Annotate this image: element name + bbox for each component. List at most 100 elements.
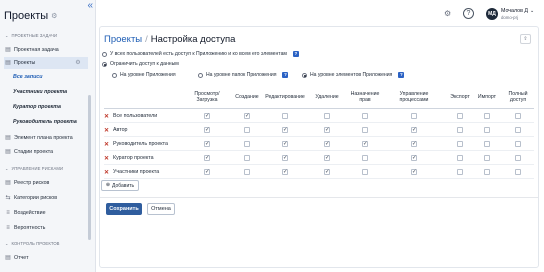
sidebar-item-all-records[interactable]: Все записи bbox=[4, 71, 88, 83]
permission-checkbox[interactable] bbox=[484, 169, 490, 175]
help-icon[interactable]: ? bbox=[282, 72, 289, 78]
document-icon: ▤ bbox=[5, 180, 11, 186]
remove-row-icon[interactable]: ✕ bbox=[104, 113, 113, 120]
permission-checkbox-checked[interactable]: ✓ bbox=[411, 155, 417, 161]
permission-checkbox-checked[interactable]: ✓ bbox=[282, 155, 288, 161]
permission-checkbox-checked[interactable]: ✓ bbox=[324, 169, 330, 175]
sidebar-item-plan-element[interactable]: ▤ Элемент плана проекта bbox=[4, 132, 88, 144]
permission-checkbox-checked[interactable]: ✓ bbox=[411, 169, 417, 175]
permission-checkbox-checked[interactable]: ✓ bbox=[282, 169, 288, 175]
permission-checkbox[interactable] bbox=[457, 113, 463, 119]
permission-checkbox-checked[interactable]: ✓ bbox=[324, 127, 330, 133]
permission-checkbox-checked[interactable]: ✓ bbox=[324, 155, 330, 161]
sidebar-item-project-manager[interactable]: Руководитель проекта bbox=[4, 116, 88, 128]
sidebar-item-impact[interactable]: ≡ Воздействие bbox=[4, 207, 88, 219]
permission-checkbox-checked[interactable]: ✓ bbox=[282, 141, 288, 147]
user-menu[interactable]: Мочалов Д ⌄ bbox=[501, 8, 534, 14]
sidebar-item-projects[interactable]: ▤ Проекты ⚙ bbox=[4, 57, 88, 69]
help-icon[interactable]: ? bbox=[398, 72, 405, 78]
permission-checkbox[interactable] bbox=[515, 169, 521, 175]
permission-checkbox[interactable] bbox=[484, 155, 490, 161]
remove-row-icon[interactable]: ✕ bbox=[104, 155, 113, 162]
permission-checkbox[interactable] bbox=[362, 155, 368, 161]
permission-checkbox-checked[interactable]: ✓ bbox=[362, 141, 368, 147]
sidebar-item-label: Категории рисков bbox=[14, 195, 58, 201]
help-icon[interactable]: ? bbox=[292, 51, 299, 57]
sidebar-item-probability[interactable]: ≡ Вероятность bbox=[4, 222, 88, 234]
permission-checkbox-checked[interactable]: ✓ bbox=[204, 127, 210, 133]
row-name: ✕ Куратор проекта bbox=[104, 151, 154, 165]
permission-checkbox[interactable] bbox=[362, 127, 368, 133]
permission-checkbox-checked[interactable]: ✓ bbox=[324, 141, 330, 147]
permission-checkbox[interactable] bbox=[244, 169, 250, 175]
table-row: ✕ Все пользователи ✓ ✓ bbox=[104, 109, 534, 123]
avatar[interactable]: МД bbox=[486, 8, 498, 20]
radio-level-app[interactable]: На уровне Приложения bbox=[112, 72, 176, 78]
permission-checkbox-checked[interactable]: ✓ bbox=[204, 155, 210, 161]
sidebar-scrollbar[interactable] bbox=[88, 95, 91, 240]
help-icon[interactable]: ? bbox=[463, 8, 474, 19]
permission-checkbox[interactable] bbox=[457, 155, 463, 161]
permission-checkbox[interactable] bbox=[362, 169, 368, 175]
sidebar-item-report[interactable]: ▤ Отчет bbox=[4, 252, 88, 264]
permission-checkbox[interactable] bbox=[282, 113, 288, 119]
permission-checkbox[interactable] bbox=[244, 155, 250, 161]
permission-checkbox[interactable] bbox=[244, 127, 250, 133]
chevron-down-icon: ⌄ bbox=[5, 32, 9, 38]
permission-checkbox-checked[interactable]: ✓ bbox=[411, 141, 417, 147]
permission-checkbox-checked[interactable]: ✓ bbox=[204, 141, 210, 147]
permission-checkbox[interactable] bbox=[484, 141, 490, 147]
permission-checkbox[interactable] bbox=[484, 127, 490, 133]
document-icon: ▤ bbox=[5, 255, 11, 261]
group-project-control[interactable]: ⌄ КОНТРОЛЬ ПРОЕКТОВ bbox=[5, 241, 60, 246]
save-button[interactable]: Сохранить bbox=[106, 203, 142, 215]
gear-icon[interactable]: ⚙ bbox=[51, 13, 57, 20]
collapse-sidebar-icon[interactable]: « bbox=[87, 1, 93, 11]
permission-checkbox[interactable] bbox=[515, 141, 521, 147]
sidebar-item-risk-registry[interactable]: ▤ Реестр рисков bbox=[4, 177, 88, 189]
cancel-button[interactable]: Отмена bbox=[147, 203, 175, 215]
permission-checkbox-checked[interactable]: ✓ bbox=[244, 113, 250, 119]
radio-restrict-access[interactable]: Ограничить доступ к данным bbox=[102, 61, 179, 67]
settings-gear-icon[interactable]: ⚙ bbox=[444, 10, 451, 18]
permission-checkbox[interactable] bbox=[515, 155, 521, 161]
add-button-label: Добавить bbox=[112, 182, 135, 189]
permission-checkbox-checked[interactable]: ✓ bbox=[204, 113, 210, 119]
add-button[interactable]: ⊕ Добавить bbox=[101, 180, 139, 191]
permission-checkbox[interactable] bbox=[362, 113, 368, 119]
gear-icon[interactable]: ⚙ bbox=[74, 60, 82, 66]
permission-checkbox[interactable] bbox=[457, 127, 463, 133]
permission-checkbox[interactable] bbox=[515, 113, 521, 119]
radio-level-elements[interactable]: На уровне элементов Приложения ? bbox=[302, 72, 405, 78]
remove-row-icon[interactable]: ✕ bbox=[104, 169, 113, 176]
permission-checkbox[interactable] bbox=[515, 127, 521, 133]
list-icon: ≡ bbox=[6, 225, 10, 231]
sidebar-item-project-participants[interactable]: Участники проекта bbox=[4, 86, 88, 98]
permission-checkbox[interactable] bbox=[457, 141, 463, 147]
permission-checkbox[interactable] bbox=[411, 113, 417, 119]
radio-all-users[interactable]: У всех пользователей есть доступ к Прило… bbox=[102, 51, 299, 57]
permission-checkbox[interactable] bbox=[484, 113, 490, 119]
group-project-tasks[interactable]: ⌄ ПРОЕКТНЫЕ ЗАДАЧИ bbox=[5, 33, 57, 38]
sidebar-item-label: Руководитель проекта bbox=[13, 119, 77, 125]
row-name-label: Все пользователи bbox=[113, 113, 158, 119]
permission-checkbox[interactable] bbox=[324, 113, 330, 119]
permission-checkbox-checked[interactable]: ✓ bbox=[282, 127, 288, 133]
group-risk-management[interactable]: ⌄ УПРАВЛЕНИЕ РИСКАМИ bbox=[5, 166, 63, 171]
permission-checkbox[interactable] bbox=[244, 141, 250, 147]
panel-action-button[interactable]: ⇧ bbox=[520, 34, 531, 44]
sidebar-item-label: Вероятность bbox=[14, 225, 46, 231]
sidebar-item-project-curator[interactable]: Куратор проекта bbox=[4, 101, 88, 113]
sidebar-item-project-stages[interactable]: ▤ Стадии проекта bbox=[4, 146, 88, 158]
sidebar-item-risk-categories[interactable]: ⇆ Категории рисков bbox=[4, 192, 88, 204]
breadcrumb-link-projects[interactable]: Проекты bbox=[104, 34, 142, 45]
remove-row-icon[interactable]: ✕ bbox=[104, 127, 113, 134]
remove-row-icon[interactable]: ✕ bbox=[104, 141, 113, 148]
sidebar-item-label: Реестр рисков bbox=[14, 180, 50, 186]
table-row: ✕ Руководитель проекта ✓ ✓ ✓ ✓ ✓ bbox=[104, 137, 534, 151]
radio-level-folders[interactable]: На уровне папок Приложения ? bbox=[198, 72, 289, 78]
permission-checkbox[interactable] bbox=[457, 169, 463, 175]
permission-checkbox-checked[interactable]: ✓ bbox=[204, 169, 210, 175]
permission-checkbox-checked[interactable]: ✓ bbox=[411, 127, 417, 133]
sidebar-item-project-task[interactable]: ▤ Проектная задача bbox=[4, 44, 88, 56]
